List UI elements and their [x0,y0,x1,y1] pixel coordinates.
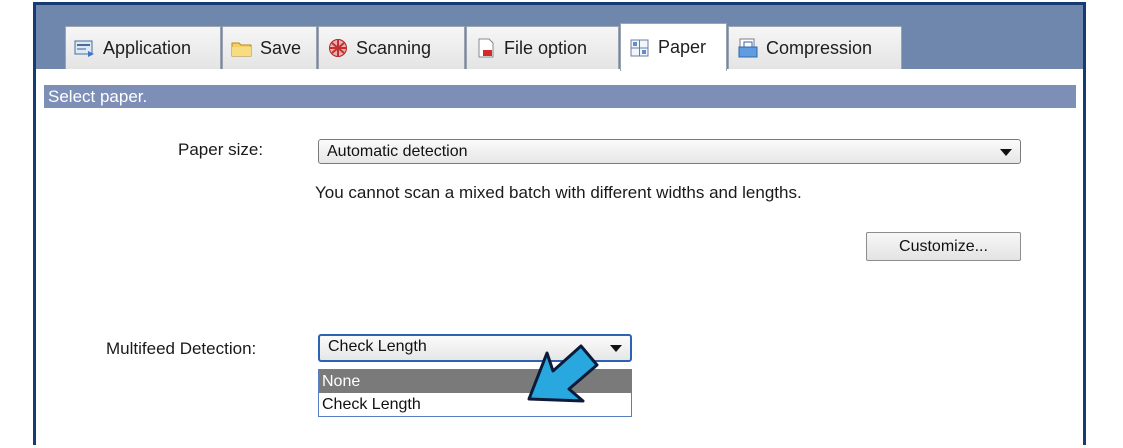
customize-button[interactable]: Customize... [866,232,1021,261]
tab-label: Save [260,37,302,58]
tab-label: Scanning [356,37,432,58]
paper-size-label: Paper size: [178,140,264,159]
folder-icon [231,38,253,58]
multifeed-detection-value: Check Length [328,338,427,355]
multifeed-detection-label: Multifeed Detection: [106,339,257,358]
paper-icon [629,38,651,58]
tab-strip: Application Save Scanning File option Pa… [36,5,1083,71]
scanning-icon [327,38,349,58]
chevron-down-icon [1000,149,1012,156]
paper-size-value: Automatic detection [327,143,468,160]
tab-label: Paper [658,37,707,57]
tab-paper[interactable]: Paper [620,23,727,71]
tab-file-option[interactable]: File option [466,26,619,69]
compression-icon [737,38,759,58]
tab-scanning[interactable]: Scanning [318,26,465,69]
annotation-arrow-icon [523,341,603,414]
tab-label: Application [103,37,192,58]
paper-settings-panel: Select paper. Paper size: Automatic dete… [36,69,1083,445]
tab-compression[interactable]: Compression [728,26,902,69]
application-icon [74,38,96,58]
section-header: Select paper. [44,85,1076,108]
file-option-icon [475,38,497,58]
tab-application[interactable]: Application [65,26,221,69]
tab-save[interactable]: Save [222,26,317,69]
tab-label: Compression [766,37,873,58]
paper-size-dropdown[interactable]: Automatic detection [318,139,1021,164]
mixed-batch-note: You cannot scan a mixed batch with diffe… [315,183,802,202]
settings-window: Application Save Scanning File option Pa… [33,2,1086,445]
tab-label: File option [504,37,588,58]
chevron-down-icon [610,345,622,352]
